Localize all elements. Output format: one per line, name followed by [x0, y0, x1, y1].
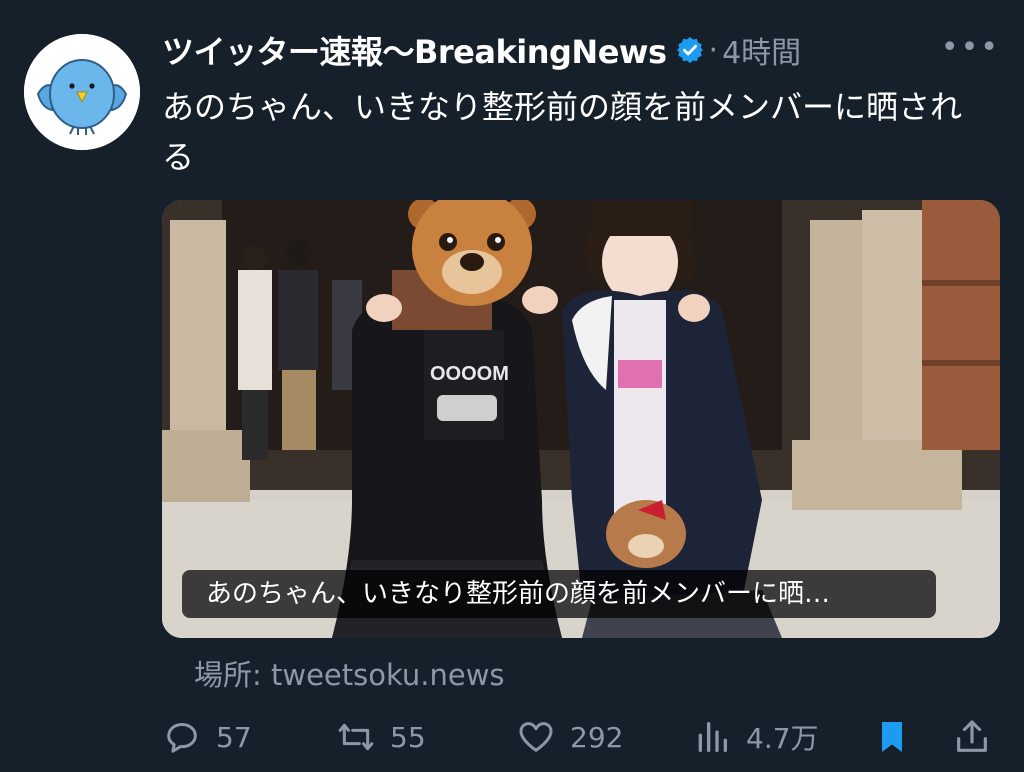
link-card[interactable]: OOOOM あのちゃん、いきなり整形前の顔を前メンバーに晒… [162, 200, 1000, 638]
share-button[interactable] [952, 712, 1006, 762]
card-caption: あのちゃん、いきなり整形前の顔を前メンバーに晒… [182, 570, 936, 618]
separator: · [708, 32, 719, 68]
tweet-header: ツイッター速報〜BreakingNews · 4時間 ••• [162, 26, 1024, 74]
tweet-actions: 57 55 292 4.7万 [162, 712, 1000, 762]
bookmark-button[interactable] [872, 712, 926, 762]
card-source-domain[interactable]: 場所: tweetsoku.news [194, 652, 505, 694]
speech-bubble-icon [167, 723, 197, 753]
timestamp[interactable]: 4時間 [722, 28, 801, 72]
display-name[interactable]: ツイッター速報〜BreakingNews [162, 27, 667, 73]
reply-button[interactable]: 57 [162, 712, 252, 762]
verified-badge-icon [675, 35, 705, 65]
views-button[interactable]: 4.7万 [692, 712, 819, 762]
view-count: 4.7万 [746, 722, 819, 755]
blue-bird-icon [24, 34, 140, 150]
more-options-icon[interactable]: ••• [941, 30, 1000, 65]
bookmark-icon [882, 722, 902, 752]
avatar[interactable] [24, 34, 140, 150]
like-count: 292 [570, 720, 624, 754]
heart-icon [519, 722, 553, 752]
reply-count: 57 [216, 720, 252, 754]
retweet-button[interactable]: 55 [336, 712, 426, 762]
svg-text:OOOOM: OOOOM [430, 363, 509, 385]
retweet-icon [338, 723, 374, 751]
tweet-text: あのちゃん、いきなり整形前の顔を前メンバーに晒される [162, 88, 963, 176]
share-icon [957, 720, 987, 752]
retweet-count: 55 [390, 720, 426, 754]
bar-chart-icon [698, 722, 727, 752]
like-button[interactable]: 292 [516, 712, 623, 762]
